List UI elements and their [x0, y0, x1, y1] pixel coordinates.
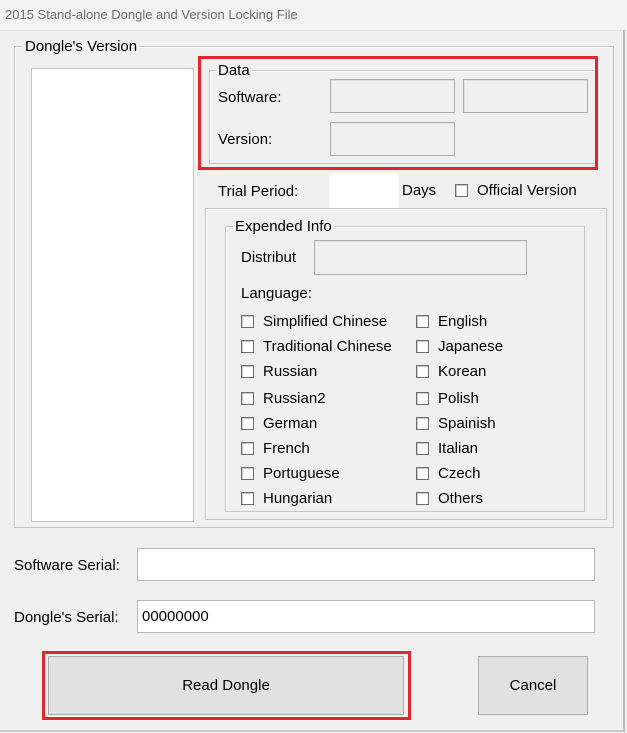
checkbox-box[interactable]: [416, 315, 429, 328]
language-label-text: Spainish: [438, 415, 496, 432]
language-label-text: Czech: [438, 465, 481, 482]
official-version-box[interactable]: [455, 184, 468, 197]
window-title: 2015 Stand-alone Dongle and Version Lock…: [5, 7, 298, 22]
checkbox-box[interactable]: [416, 442, 429, 455]
trial-period-input[interactable]: [329, 173, 399, 208]
checkbox-box[interactable]: [241, 315, 254, 328]
language-label-text: Korean: [438, 363, 487, 380]
language-label-text: Traditional Chinese: [263, 338, 392, 355]
language-label-text: Others: [438, 490, 484, 507]
language-label-text: Simplified Chinese: [263, 313, 388, 330]
dongle-version-legend: Dongle's Version: [23, 38, 140, 55]
software-serial-input[interactable]: [137, 548, 595, 581]
checkbox-box[interactable]: [416, 392, 429, 405]
days-label: Days: [402, 182, 437, 199]
language-label-text: Portuguese: [263, 465, 340, 482]
dongle-serial-input[interactable]: [137, 600, 595, 633]
language-label: Language:: [241, 285, 312, 302]
checkbox-box[interactable]: [241, 340, 254, 353]
distribut-label: Distribut: [241, 249, 297, 266]
read-dongle-highlight-box: [42, 651, 411, 720]
checkbox-box[interactable]: [416, 467, 429, 480]
checkbox-box[interactable]: [416, 417, 429, 430]
language-label-text: Hungarian: [263, 490, 333, 507]
language-label-text: English: [438, 313, 488, 330]
title-bar[interactable]: 2015 Stand-alone Dongle and Version Lock…: [0, 0, 627, 31]
checkbox-box[interactable]: [416, 365, 429, 378]
language-label-text: Polish: [438, 390, 479, 407]
expended-info-legend: Expended Info: [233, 218, 334, 235]
trial-period-label: Trial Period:: [218, 183, 299, 200]
checkbox-box[interactable]: [241, 365, 254, 378]
language-label-text: Italian: [438, 440, 479, 457]
language-label-text: German: [263, 415, 318, 432]
checkbox-box[interactable]: [241, 442, 254, 455]
checkbox-box[interactable]: [416, 492, 429, 505]
data-highlight-box: [198, 56, 598, 170]
cancel-label: Cancel: [509, 677, 557, 694]
checkbox-box[interactable]: [416, 340, 429, 353]
language-label-text: Russian: [263, 363, 318, 380]
cancel-button[interactable]: Cancel: [478, 656, 588, 715]
checkbox-box[interactable]: [241, 417, 254, 430]
checkbox-box[interactable]: [241, 467, 254, 480]
dongle-serial-label: Dongle's Serial:: [14, 609, 119, 626]
version-listbox[interactable]: [31, 68, 194, 522]
official-version-label: Official Version: [477, 182, 577, 199]
language-label-text: Russian2: [263, 390, 326, 407]
distribut-field: [314, 240, 527, 275]
language-label-text: Japanese: [438, 338, 504, 355]
software-serial-label: Software Serial:: [14, 557, 120, 574]
checkbox-box[interactable]: [241, 492, 254, 505]
checkbox-box[interactable]: [241, 392, 254, 405]
language-label-text: French: [263, 440, 310, 457]
